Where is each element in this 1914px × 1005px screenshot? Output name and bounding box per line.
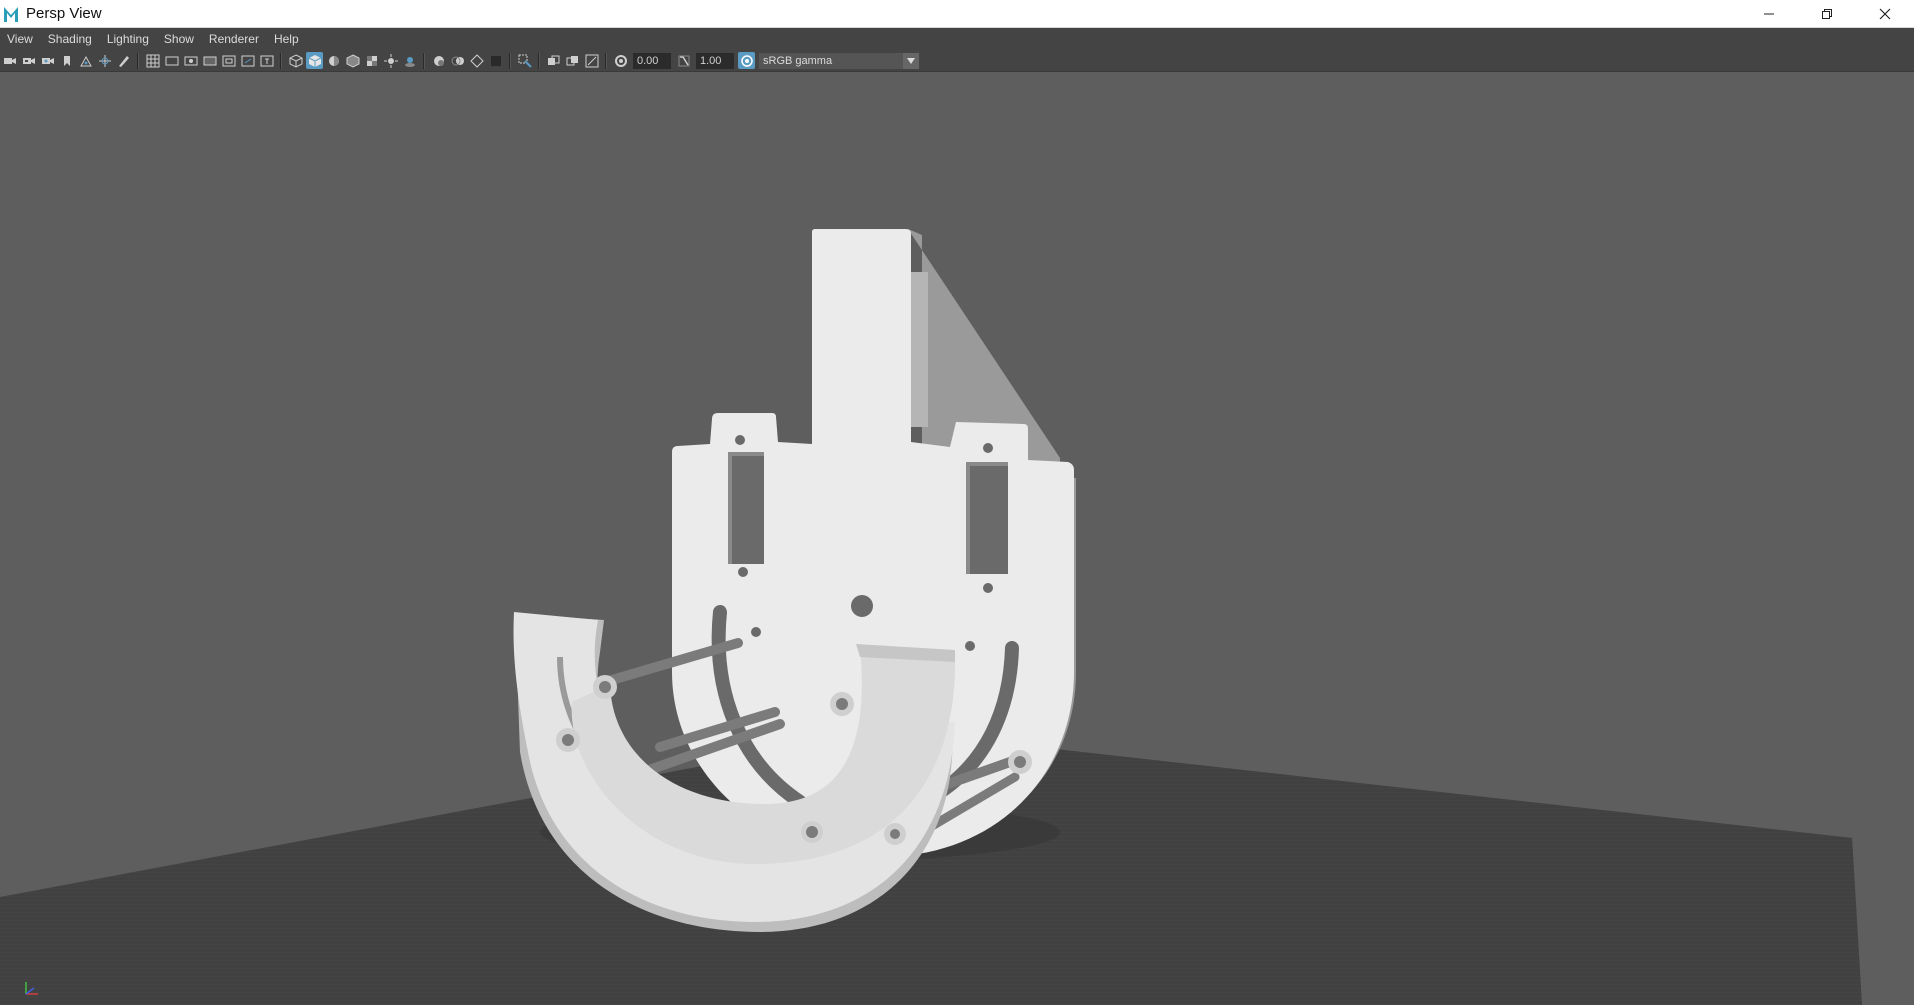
panel-menubar: View Shading Lighting Show Renderer Help	[0, 28, 1914, 50]
xray-joints-icon[interactable]	[583, 52, 600, 69]
color-space-dropdown[interactable]: sRGB gamma	[759, 52, 919, 69]
wireframe-icon[interactable]	[287, 52, 304, 69]
camera-attributes-icon[interactable]	[20, 52, 37, 69]
toolbar-separator	[509, 52, 511, 69]
maya-icon	[2, 3, 20, 25]
close-icon	[1879, 8, 1891, 20]
chevron-down-icon[interactable]	[903, 52, 919, 69]
gamma-field[interactable]: 1.00	[696, 52, 734, 69]
menu-lighting[interactable]: Lighting	[100, 28, 157, 50]
exposure-field[interactable]: 0.00	[633, 52, 671, 69]
minimize-button[interactable]	[1740, 0, 1798, 28]
wireframe-on-shaded-icon[interactable]	[344, 52, 361, 69]
perspective-viewport[interactable]	[0, 72, 1914, 1005]
menu-show[interactable]: Show	[157, 28, 202, 50]
grid-icon[interactable]	[144, 52, 161, 69]
minimize-icon	[1764, 13, 1774, 15]
field-chart-icon[interactable]	[220, 52, 237, 69]
screen-space-ao-icon[interactable]	[430, 52, 447, 69]
safe-title-icon[interactable]	[258, 52, 275, 69]
shadows-icon[interactable]	[401, 52, 418, 69]
scene-render	[0, 229, 1862, 1005]
textured-icon[interactable]	[363, 52, 380, 69]
safe-action-icon[interactable]	[239, 52, 256, 69]
resolution-gate-icon[interactable]	[182, 52, 199, 69]
image-plane-icon[interactable]	[77, 52, 94, 69]
grease-pencil-icon[interactable]	[115, 52, 132, 69]
toolbar-separator	[605, 52, 607, 69]
xray-active-components-icon[interactable]	[564, 52, 581, 69]
motion-blur-icon[interactable]	[449, 52, 466, 69]
color-management-icon[interactable]	[738, 52, 755, 69]
panel-toolbar: 0.00 1.00 sRGB gamma	[0, 50, 1914, 72]
use-all-lights-icon[interactable]	[382, 52, 399, 69]
xray-icon[interactable]	[545, 52, 562, 69]
window-title: Persp View	[26, 5, 102, 22]
bookmark-icon[interactable]	[58, 52, 75, 69]
toolbar-separator	[538, 52, 540, 69]
toolbar-separator	[423, 52, 425, 69]
2d-pan-zoom-icon[interactable]	[96, 52, 113, 69]
gate-mask-icon[interactable]	[201, 52, 218, 69]
toolbar-separator	[280, 52, 282, 69]
anti-aliasing-icon[interactable]	[468, 52, 485, 69]
restore-icon	[1822, 9, 1832, 19]
menu-view[interactable]: View	[0, 28, 41, 50]
isolate-select-icon[interactable]	[516, 52, 533, 69]
select-camera-icon[interactable]	[1, 52, 18, 69]
default-material-icon[interactable]	[325, 52, 342, 69]
close-button[interactable]	[1856, 0, 1914, 28]
film-gate-icon[interactable]	[163, 52, 180, 69]
exposure-icon[interactable]	[612, 52, 629, 69]
menu-help[interactable]: Help	[267, 28, 307, 50]
restore-button[interactable]	[1798, 0, 1856, 28]
smooth-shade-icon[interactable]	[306, 52, 323, 69]
depth-of-field-icon[interactable]	[487, 52, 504, 69]
color-space-value: sRGB gamma	[763, 54, 833, 67]
menu-shading[interactable]: Shading	[41, 28, 100, 50]
title-bar: Persp View	[0, 0, 1914, 28]
menu-renderer[interactable]: Renderer	[202, 28, 267, 50]
toolbar-separator	[137, 52, 139, 69]
gamma-icon[interactable]	[675, 52, 692, 69]
axis-gizmo	[22, 978, 46, 1001]
camera-bookmark-icon[interactable]	[39, 52, 56, 69]
